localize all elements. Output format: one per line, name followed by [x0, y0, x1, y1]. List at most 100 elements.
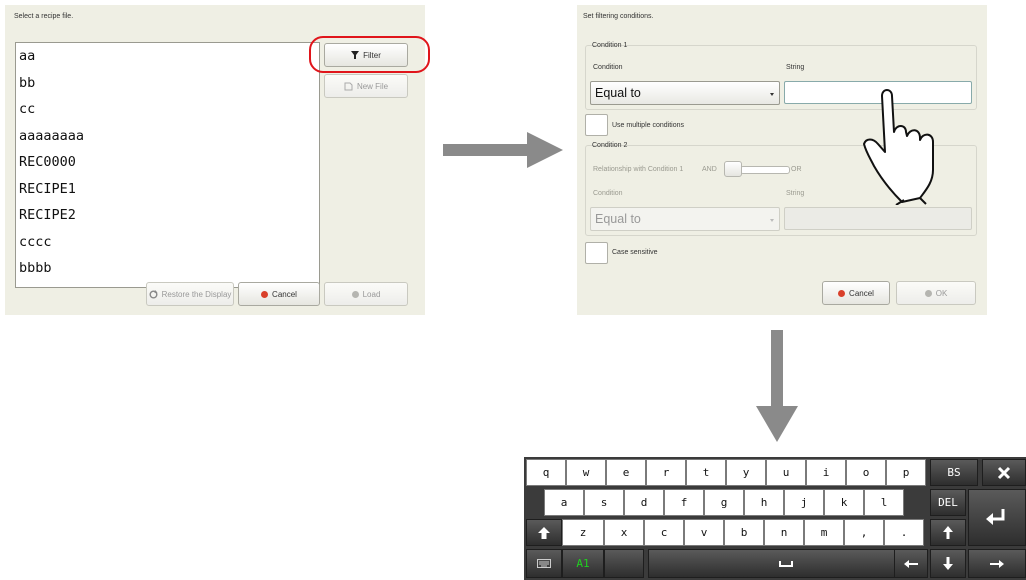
key-j[interactable]: j: [784, 489, 824, 516]
condition1-select[interactable]: Equal to: [590, 81, 780, 105]
use-multiple-conditions-label: Use multiple conditions: [612, 122, 684, 129]
key-k[interactable]: k: [824, 489, 864, 516]
relationship-toggle-thumb[interactable]: [724, 161, 742, 177]
condition2-select[interactable]: Equal to: [590, 207, 780, 231]
key-y[interactable]: y: [726, 459, 766, 486]
dropdown-caret-icon: [770, 219, 774, 222]
and-label: AND: [702, 166, 717, 173]
input-mode-label: A1: [576, 557, 590, 570]
cancel-button-label: Cancel: [272, 289, 297, 299]
close-icon: [997, 466, 1011, 479]
condition2-string-input[interactable]: [784, 207, 972, 230]
condition1-string-label: String: [786, 64, 805, 71]
key-r[interactable]: r: [646, 459, 686, 486]
key-p[interactable]: p: [886, 459, 926, 486]
ok-button[interactable]: OK: [896, 281, 976, 305]
key-period[interactable]: .: [884, 519, 924, 546]
cancel-button[interactable]: Cancel: [238, 282, 320, 306]
file-list-item[interactable]: RECIPE2: [16, 202, 319, 229]
restore-display-label: Restore the Display: [161, 289, 232, 299]
load-button-label: Load: [362, 289, 381, 299]
left-arrow-key[interactable]: [894, 549, 928, 578]
dropdown-caret-icon: [770, 93, 774, 96]
down-arrow-key[interactable]: [930, 549, 966, 578]
key-b[interactable]: b: [724, 519, 764, 546]
filter-cancel-button[interactable]: Cancel: [822, 281, 890, 305]
arrow-down-icon: [943, 557, 953, 570]
arrow-up-icon: [943, 526, 953, 539]
delete-key[interactable]: DEL: [930, 489, 966, 516]
key-o[interactable]: o: [846, 459, 886, 486]
enter-key[interactable]: [968, 489, 1026, 546]
condition1-select-value: Equal to: [595, 86, 641, 100]
up-arrow-key[interactable]: [930, 519, 966, 546]
space-key[interactable]: [648, 549, 924, 578]
input-mode-key[interactable]: A1: [562, 549, 604, 578]
check-icon: [924, 289, 932, 297]
key-w[interactable]: w: [566, 459, 606, 486]
new-file-button[interactable]: New File: [324, 74, 408, 98]
arrow-down-icon: [756, 330, 798, 442]
key-comma[interactable]: ,: [844, 519, 884, 546]
keyboard-icon: [537, 559, 551, 568]
load-button[interactable]: Load: [324, 282, 408, 306]
key-m[interactable]: m: [804, 519, 844, 546]
close-keyboard-key[interactable]: [982, 459, 1026, 486]
relationship-label: Relationship with Condition 1: [593, 166, 684, 173]
key-l[interactable]: l: [864, 489, 904, 516]
key-s[interactable]: s: [584, 489, 624, 516]
file-list-item[interactable]: cccc: [16, 229, 319, 256]
ok-button-label: OK: [935, 288, 948, 298]
key-t[interactable]: t: [686, 459, 726, 486]
restore-display-button[interactable]: Restore the Display: [146, 282, 234, 306]
condition2-string-label: String: [786, 190, 805, 197]
filter-dialog-title: Set filtering conditions.: [583, 13, 654, 20]
file-list-item[interactable]: bb: [16, 70, 319, 97]
new-file-icon: [344, 82, 353, 90]
cancel-icon: [838, 289, 846, 297]
key-g[interactable]: g: [704, 489, 744, 516]
file-list-item[interactable]: bbbb: [16, 255, 319, 282]
key-d[interactable]: d: [624, 489, 664, 516]
condition1-heading: Condition 1: [592, 42, 628, 49]
recipe-file-list[interactable]: aa bb cc aaaaaaaa REC0000 RECIPE1 RECIPE…: [15, 42, 320, 288]
key-n[interactable]: n: [764, 519, 804, 546]
key-h[interactable]: h: [744, 489, 784, 516]
key-a[interactable]: a: [544, 489, 584, 516]
use-multiple-conditions-checkbox[interactable]: [585, 114, 608, 136]
file-list-item[interactable]: cc: [16, 96, 319, 123]
filter-button-highlight: [309, 36, 430, 73]
keyboard-switch-key[interactable]: [526, 549, 562, 578]
file-list-item[interactable]: aa: [16, 43, 319, 70]
arrow-left-icon: [904, 559, 918, 568]
key-q[interactable]: q: [526, 459, 566, 486]
right-arrow-key[interactable]: [968, 549, 1026, 578]
key-e[interactable]: e: [606, 459, 646, 486]
cancel-icon: [261, 290, 269, 298]
key-f[interactable]: f: [664, 489, 704, 516]
key-i[interactable]: i: [806, 459, 846, 486]
relationship-toggle-track[interactable]: [740, 166, 790, 174]
key-z[interactable]: z: [562, 519, 604, 546]
file-list-item[interactable]: aaaaaaaa: [16, 123, 319, 150]
shift-key[interactable]: [526, 519, 562, 546]
arrow-right-icon: [443, 132, 563, 168]
file-list-item[interactable]: REC0000: [16, 149, 319, 176]
key-u[interactable]: u: [766, 459, 806, 486]
key-x[interactable]: x: [604, 519, 644, 546]
new-file-button-label: New File: [356, 81, 389, 91]
condition2-heading: Condition 2: [592, 142, 628, 149]
blank-key[interactable]: [604, 549, 644, 578]
or-label: OR: [791, 166, 802, 173]
software-keyboard: q w e r t y u i o p BS a s d f g h j k l…: [524, 457, 1026, 580]
backspace-key[interactable]: BS: [930, 459, 978, 486]
case-sensitive-checkbox[interactable]: [585, 242, 608, 264]
key-v[interactable]: v: [684, 519, 724, 546]
condition1-condition-label: Condition: [593, 64, 623, 71]
case-sensitive-label: Case sensitive: [612, 249, 658, 256]
filter-cancel-label: Cancel: [849, 288, 874, 298]
arrow-right-icon: [990, 559, 1004, 568]
condition2-condition-label: Condition: [593, 190, 623, 197]
file-list-item[interactable]: RECIPE1: [16, 176, 319, 203]
key-c[interactable]: c: [644, 519, 684, 546]
